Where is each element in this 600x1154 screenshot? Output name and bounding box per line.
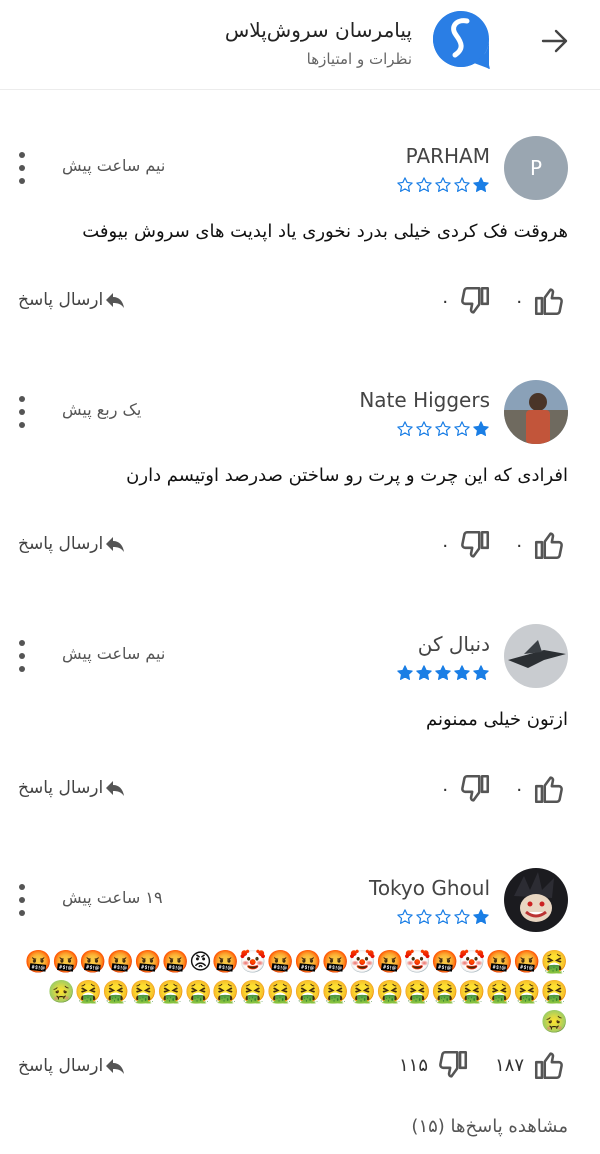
like-button[interactable]: ۰ [506, 772, 566, 806]
reviewer-name[interactable]: Nate Higgers [359, 388, 490, 412]
reply-label: ارسال پاسخ [18, 290, 104, 310]
review-text: افرادی که این چرت و پرت رو ساختن صدرصد ا… [126, 465, 568, 486]
reviewer-name[interactable]: Tokyo Ghoul [369, 876, 490, 900]
thumbs-up-icon [534, 776, 563, 804]
like-button[interactable]: ۰ [506, 528, 566, 562]
like-count: ۰ [514, 778, 524, 800]
star-empty-icon [416, 177, 432, 192]
star-filled-icon [473, 665, 489, 680]
reply-icon [106, 537, 125, 552]
reply-icon [106, 781, 125, 796]
arrow-right-icon [541, 29, 568, 53]
thumbs-up-icon [534, 288, 563, 316]
soroush-logo-icon [428, 7, 494, 73]
avatar[interactable] [504, 624, 568, 688]
more-options-button[interactable] [12, 394, 32, 430]
reply-button[interactable]: ارسال پاسخ [10, 532, 127, 556]
review-time: ۱۹ ساعت پیش [62, 888, 163, 907]
emoji-line: 🤮🤬🤬🤡🤬🤡🤬🤡🤬🤬🤬🤡🤬😡🤬🤬🤬🤬🤬🤬 [24, 950, 568, 975]
back-button[interactable] [540, 26, 570, 56]
reply-label: ارسال پاسخ [18, 1056, 104, 1076]
star-empty-icon [397, 909, 413, 924]
star-filled-icon [473, 421, 489, 436]
like-button[interactable]: ۱۸۷ [487, 1048, 566, 1082]
review-text: 🤮🤬🤬🤡🤬🤡🤬🤡🤬🤬🤬🤡🤬😡🤬🤬🤬🤬🤬🤬 🤮🤮🤮🤮🤮🤮🤮🤮🤮🤮🤮🤮🤮🤮🤮🤮🤮🤮🤢… [24, 948, 568, 1038]
star-filled-icon [397, 665, 413, 680]
review-item: Tokyo Ghoul ۱۹ ساعت پیش 🤮🤬🤬🤡🤬🤡🤬🤡🤬🤬🤬🤡🤬😡🤬🤬… [0, 868, 600, 1098]
thumbs-down-icon [461, 286, 490, 314]
thumbs-up-icon [534, 532, 563, 560]
review-time: یک ربع پیش [62, 400, 142, 419]
star-empty-icon [454, 909, 470, 924]
review-text: هروقت فک کردی خیلی بدرد نخوری یاد اپدیت … [82, 221, 568, 242]
like-button[interactable]: ۰ [506, 284, 566, 318]
rating-stars [396, 664, 490, 684]
page-subtitle: نظرات و امتیازها [306, 50, 412, 68]
star-filled-icon [416, 665, 432, 680]
review-item: دنبال کن نیم ساعت پیش ازتون خیلی ممنونم … [0, 624, 600, 868]
star-empty-icon [397, 421, 413, 436]
star-empty-icon [416, 421, 432, 436]
star-empty-icon [454, 421, 470, 436]
emoji-line: 🤮🤮🤮🤮🤮🤮🤮🤮🤮🤮🤮🤮🤮🤮🤮🤮🤮🤮🤢🤢 [47, 980, 568, 1035]
reviewer-name[interactable]: دنبال کن [418, 632, 490, 656]
view-replies-link[interactable]: مشاهده پاسخ‌ها (۱۵) [411, 1116, 568, 1137]
star-filled-icon [473, 909, 489, 924]
review-item: Nate Higgers یک ربع پیش افرادی که این چر… [0, 380, 600, 624]
dislike-button[interactable]: ۰ [432, 772, 492, 806]
like-count: ۱۸۷ [494, 1054, 524, 1076]
avatar[interactable] [504, 868, 568, 932]
thumbs-down-icon [461, 774, 490, 802]
star-empty-icon [435, 177, 451, 192]
app-title: پیامرسان سروش‌پلاس [224, 18, 412, 42]
star-filled-icon [473, 177, 489, 192]
reply-button[interactable]: ارسال پاسخ [10, 1054, 127, 1078]
reviewer-name[interactable]: PARHAM [406, 144, 490, 168]
more-options-button[interactable] [12, 882, 32, 918]
review-item: P PARHAM نیم ساعت پیش هروقت فک کردی خیلی… [0, 136, 600, 380]
review-text: ازتون خیلی ممنونم [426, 709, 568, 730]
like-count: ۰ [514, 290, 524, 312]
reply-label: ارسال پاسخ [18, 778, 104, 798]
dislike-count: ۰ [440, 290, 450, 312]
reply-icon [106, 293, 125, 308]
star-empty-icon [397, 177, 413, 192]
more-options-button[interactable] [12, 638, 32, 674]
dislike-count: ۰ [440, 534, 450, 556]
rating-stars [396, 176, 490, 196]
review-time: نیم ساعت پیش [62, 644, 166, 663]
reply-icon [106, 1059, 125, 1074]
review-time: نیم ساعت پیش [62, 156, 166, 175]
star-empty-icon [435, 421, 451, 436]
like-count: ۰ [514, 534, 524, 556]
thumbs-up-icon [534, 1052, 563, 1080]
rating-stars [396, 420, 490, 440]
dislike-button[interactable]: ۰ [432, 284, 492, 318]
more-options-button[interactable] [12, 150, 32, 186]
app-header: پیامرسان سروش‌پلاس نظرات و امتیازها [0, 0, 600, 90]
star-filled-icon [435, 665, 451, 680]
thumbs-down-icon [439, 1050, 468, 1078]
star-empty-icon [454, 177, 470, 192]
avatar[interactable]: P [504, 136, 568, 200]
dislike-button[interactable]: ۱۱۵ [391, 1048, 470, 1082]
star-empty-icon [435, 909, 451, 924]
thumbs-down-icon [461, 530, 490, 558]
avatar[interactable] [504, 380, 568, 444]
star-filled-icon [454, 665, 470, 680]
dislike-count: ۰ [440, 778, 450, 800]
star-empty-icon [416, 909, 432, 924]
reply-button[interactable]: ارسال پاسخ [10, 776, 127, 800]
reply-button[interactable]: ارسال پاسخ [10, 288, 127, 312]
reply-label: ارسال پاسخ [18, 534, 104, 554]
dislike-count: ۱۱۵ [398, 1054, 428, 1076]
rating-stars [396, 908, 490, 928]
dislike-button[interactable]: ۰ [432, 528, 492, 562]
